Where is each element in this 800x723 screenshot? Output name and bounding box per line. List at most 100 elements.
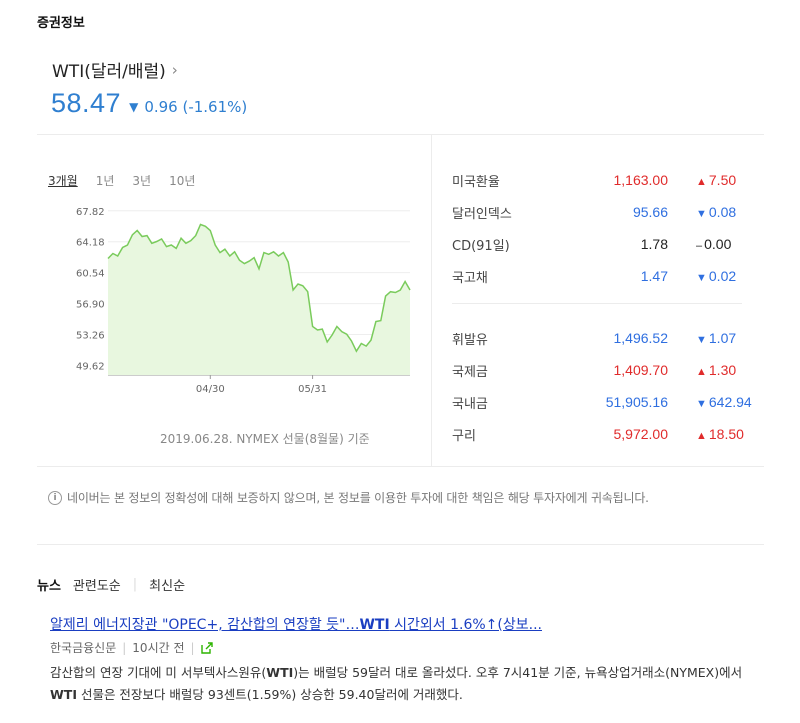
price-row: 58.47 ▼ 0.96 (-1.61%) <box>51 88 247 119</box>
stock-name: WTI(달러/배럴) <box>52 62 166 82</box>
meta-separator: | <box>190 640 195 655</box>
quote-change: ▼ 0.08 <box>668 196 786 228</box>
news-summary: 감산합의 연장 기대에 미 서부텍사스원유(WTI)는 배럴당 59달러 대로 … <box>50 662 770 706</box>
summary-text: 감산합의 연장 기대에 미 서부텍사스원유( <box>50 665 267 680</box>
quote-row[interactable]: 달러인덱스 95.66 ▼ 0.08 <box>452 196 786 228</box>
meta-separator: | <box>122 640 127 655</box>
quote-value: 5,972.00 <box>613 426 669 442</box>
tab-latest[interactable]: 최신순 <box>149 575 185 594</box>
summary-text: 선물은 전장보다 배럴당 93센트(1.59%) 상승한 59.40달러에 거래… <box>76 687 463 702</box>
quote-name: 미국환율 <box>452 174 500 190</box>
headline-keyword: WTI <box>359 617 390 633</box>
quote-value: 95.66 <box>632 204 668 220</box>
quote-change: ▼ 0.02 <box>668 260 786 292</box>
quotes-divider <box>452 303 742 304</box>
x-tick-label: 04/30 <box>196 384 225 395</box>
disclaimer: i 네이버는 본 정보의 정확성에 대해 보증하지 않으며, 본 정보를 이용한… <box>48 489 649 506</box>
divider-news <box>37 544 764 545</box>
price-change-value: 0.96 (-1.61%) <box>144 98 248 116</box>
y-tick-label: 60.54 <box>76 269 105 280</box>
quote-change-value: 0.08 <box>708 204 737 220</box>
quote-name: CD(91일) <box>452 238 510 254</box>
divider-vertical <box>431 134 432 466</box>
quote-change-value: 0.02 <box>708 268 737 284</box>
quote-name: 국내금 <box>452 396 488 412</box>
tab-3-years[interactable]: 3년 <box>132 172 151 189</box>
disclaimer-text: 네이버는 본 정보의 정확성에 대해 보증하지 않으며, 본 정보를 이용한 투… <box>67 491 649 505</box>
share-icon[interactable] <box>200 641 213 654</box>
down-arrow-icon: ▼ <box>129 100 139 114</box>
quote-name: 국고채 <box>452 270 488 286</box>
y-tick-label: 56.90 <box>76 300 105 311</box>
quote-change-value: 1.07 <box>708 330 737 346</box>
up-triangle-icon: ▲ <box>696 430 707 442</box>
news-tabs: 뉴스 관련도순 | 최신순 <box>37 575 185 594</box>
up-triangle-icon: ▲ <box>696 176 707 188</box>
quote-value: 51,905.16 <box>605 394 668 410</box>
quote-change-value: 642.94 <box>708 394 752 410</box>
headline-text-1: 알제리 에너지장관 "OPEC+, 감산합의 연장할 듯"… <box>50 617 360 633</box>
price-change: ▼ 0.96 (-1.61%) <box>129 98 247 116</box>
quote-row[interactable]: 국제금 1,409.70 ▲ 1.30 <box>452 354 786 386</box>
down-triangle-icon: ▼ <box>696 398 707 410</box>
news-headline-link[interactable]: 알제리 에너지장관 "OPEC+, 감산합의 연장할 듯"…WTI 시간외서 1… <box>50 614 542 634</box>
x-tick-label: 05/31 <box>298 384 327 395</box>
quote-row[interactable]: 국내금 51,905.16 ▼ 642.94 <box>452 386 786 418</box>
quote-value: 1.78 <box>640 236 668 252</box>
quote-change: ▼ 1.07 <box>668 322 786 354</box>
quote-row[interactable]: 미국환율 1,163.00 ▲ 7.50 <box>452 164 786 196</box>
up-triangle-icon: ▲ <box>696 366 707 378</box>
tab-separator: | <box>132 577 138 592</box>
quote-change: ▲ 1.30 <box>668 354 786 386</box>
quote-change-value: 0.00 <box>704 236 732 252</box>
quote-change: ▲ 7.50 <box>668 164 786 196</box>
tab-1-year[interactable]: 1년 <box>96 172 115 189</box>
chart-caption: 2019.06.28. NYMEX 선물(8월물) 기준 <box>160 432 370 446</box>
quote-change-value: 18.50 <box>708 426 744 442</box>
quotes-table-2: 휘발유 1,496.52 ▼ 1.07 국제금 1,409.70 ▲ 1.30 국내금 51,90… <box>452 322 786 450</box>
current-price: 58.47 <box>51 88 122 118</box>
quote-value: 1.47 <box>640 268 668 284</box>
y-tick-label: 64.18 <box>76 238 105 249</box>
quote-name: 휘발유 <box>452 332 488 348</box>
down-triangle-icon: ▼ <box>696 208 707 220</box>
headline-text-2: 시간외서 1.6%↑(상보... <box>389 617 542 633</box>
chevron-right-icon: › <box>171 60 178 79</box>
tab-relevance[interactable]: 관련도순 <box>73 575 121 594</box>
divider-top <box>37 134 764 135</box>
divider-mid <box>37 466 764 467</box>
quote-value: 1,163.00 <box>613 172 669 188</box>
y-tick-label: 49.62 <box>76 361 105 372</box>
down-triangle-icon: ▼ <box>696 272 707 284</box>
quote-row[interactable]: 휘발유 1,496.52 ▼ 1.07 <box>452 322 786 354</box>
dash-icon: – <box>696 240 703 252</box>
summary-keyword: WTI <box>50 687 77 702</box>
news-time: 10시간 전 <box>132 641 185 655</box>
quote-value: 1,496.52 <box>613 330 669 346</box>
period-tabs: 3개월 1년 3년 10년 <box>48 172 195 189</box>
quote-change: ▲ 18.50 <box>668 418 786 450</box>
news-source[interactable]: 한국금융신문 <box>50 639 116 656</box>
news-meta: 한국금융신문 | 10시간 전 | <box>50 639 213 656</box>
y-tick-label: 67.82 <box>76 207 105 218</box>
chart-area <box>108 224 410 375</box>
tab-10-years[interactable]: 10년 <box>169 172 195 189</box>
quotes-table-1: 미국환율 1,163.00 ▲ 7.50 달러인덱스 95.66 ▼ 0.08 CD(91일) 1… <box>452 164 786 292</box>
quote-row[interactable]: 국고채 1.47 ▼ 0.02 <box>452 260 786 292</box>
summary-text: )는 배럴당 59달러 대로 올라섰다. 오후 7시41분 기준, 뉴욕상업거래… <box>293 665 743 680</box>
quote-row[interactable]: CD(91일) 1.78 –0.00 <box>452 228 786 260</box>
quote-change-value: 7.50 <box>708 172 737 188</box>
quote-name: 국제금 <box>452 364 488 380</box>
quote-name: 달러인덱스 <box>452 206 512 222</box>
summary-keyword: WTI <box>266 665 294 680</box>
quote-row[interactable]: 구리 5,972.00 ▲ 18.50 <box>452 418 786 450</box>
quote-change-value: 1.30 <box>708 362 737 378</box>
down-triangle-icon: ▼ <box>696 334 707 346</box>
quote-change: ▼ 642.94 <box>668 386 786 418</box>
section-title: 증권정보 <box>37 16 85 31</box>
stock-name-link[interactable]: WTI(달러/배럴) › <box>52 57 178 83</box>
tab-3-months[interactable]: 3개월 <box>48 172 78 189</box>
quote-value: 1,409.70 <box>613 362 669 378</box>
quote-name: 구리 <box>452 428 476 444</box>
info-icon: i <box>48 490 62 505</box>
